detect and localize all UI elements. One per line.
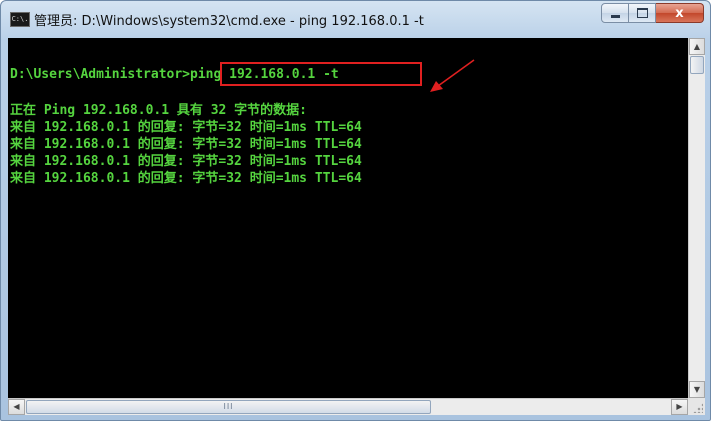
reply-line: 来自 192.168.0.1 的回复: 字节=32 时间=1ms TTL=64: [10, 120, 362, 135]
cmd-icon[interactable]: C:\.: [10, 12, 30, 27]
close-button[interactable]: x: [656, 3, 704, 23]
ping-header: 正在 Ping 192.168.0.1 具有 32 字节的数据:: [10, 103, 308, 118]
maximize-button[interactable]: [629, 3, 656, 23]
scroll-up-button[interactable]: ▲: [689, 38, 705, 55]
window-title: 管理员: D:\Windows\system32\cmd.exe - ping …: [34, 14, 424, 29]
resize-corner[interactable]: [688, 398, 705, 415]
prompt-text: D:\Users\Administrator>: [10, 67, 191, 82]
horizontal-scrollbar[interactable]: ◀ III ▶: [8, 398, 688, 415]
vertical-scrollbar[interactable]: ▲ ▼: [688, 38, 705, 398]
reply-line: 来自 192.168.0.1 的回复: 字节=32 时间=1ms TTL=64: [10, 137, 362, 152]
command-highlight-box: [220, 62, 422, 86]
title-bar[interactable]: C:\. 管理员: D:\Windows\system32\cmd.exe - …: [1, 1, 710, 37]
annotation-arrow-icon: [430, 59, 475, 92]
vertical-scroll-thumb[interactable]: [690, 56, 704, 74]
scroll-left-button[interactable]: ◀: [8, 399, 25, 415]
close-icon: x: [675, 5, 684, 21]
scroll-down-button[interactable]: ▼: [689, 381, 705, 398]
horizontal-scroll-thumb[interactable]: III: [26, 400, 431, 414]
scroll-right-button[interactable]: ▶: [671, 399, 688, 415]
caption-buttons: x: [601, 3, 704, 25]
reply-line: 来自 192.168.0.1 的回复: 字节=32 时间=1ms TTL=64: [10, 154, 362, 169]
minimize-button[interactable]: [601, 3, 629, 23]
cmd-window: C:\. 管理员: D:\Windows\system32\cmd.exe - …: [0, 0, 711, 421]
thumb-grip-icon: III: [223, 402, 234, 411]
minimize-icon: [610, 14, 620, 18]
console-output[interactable]: D:\Users\Administrator>ping 192.168.0.1 …: [8, 38, 688, 398]
reply-line: 来自 192.168.0.1 的回复: 字节=32 时间=1ms TTL=64: [10, 171, 362, 186]
maximize-icon: [636, 8, 648, 18]
resize-grip-icon: [693, 403, 703, 413]
